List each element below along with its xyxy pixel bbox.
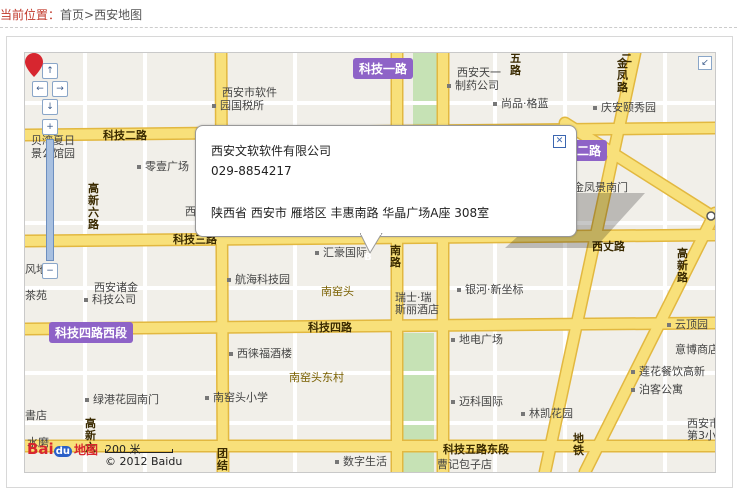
poi-xilai: 西徕福酒楼 xyxy=(229,347,292,360)
map-corner-icon[interactable]: ↙ xyxy=(698,56,712,70)
poi-bojing: 泊客公寓 xyxy=(631,383,683,396)
poi-ruishi-2: 斯丽酒店 xyxy=(395,303,439,316)
poi-shuzi: 数字生活 xyxy=(335,455,387,468)
popup-close-icon[interactable]: ✕ xyxy=(553,135,566,148)
logo-du: du xyxy=(53,446,72,457)
road-label-gaoxin: 高新路 xyxy=(677,247,688,284)
pan-down-button[interactable]: ↓ xyxy=(42,99,58,115)
poi-qingan: 庆安颐秀园 xyxy=(593,101,656,114)
road-label-keji5: 科技五路东段 xyxy=(443,443,509,456)
poi-nanyaotou-dong: 南窑头东村 xyxy=(289,371,344,384)
poi-ruanjian-2: 园国税所 xyxy=(212,99,264,112)
poi-caoji: 曹记包子店 xyxy=(437,458,492,471)
poi-ruanjian: 西安市软件 xyxy=(222,86,277,99)
poi-zhujin-2: 科技公司 xyxy=(84,293,136,306)
popup-address: 陕西省 西安市 雁塔区 丰惠南路 华晶广场A座 308室 xyxy=(211,206,490,220)
poi-lianhua: 莲花餐饮高新 xyxy=(631,365,705,378)
poi-lvgang: 绿港花园南门 xyxy=(85,393,159,406)
poi-nanyaotou: 南窑头 xyxy=(321,285,354,298)
breadcrumb: 当前位置：首页>西安地图 xyxy=(0,6,142,24)
breadcrumb-divider xyxy=(0,27,737,28)
road-badge-keji4: 科技四路西段 xyxy=(49,322,134,343)
location-pin-icon[interactable] xyxy=(25,53,43,77)
map-frame: 科技一路 科技四路西段 二路 科技二路 科技三路 科技四路 西丈路 科技五路东段… xyxy=(6,36,733,488)
poi-shangpin: 尚品·格蓝 xyxy=(493,97,549,110)
road-label-keji4: 科技四路 xyxy=(308,321,352,334)
poi-yibo: 意博商店 xyxy=(675,343,716,356)
scale-bar xyxy=(105,449,173,453)
poi-tianyi-2: 制药公司 xyxy=(447,79,499,92)
zoom-out-button[interactable]: − xyxy=(42,263,58,279)
pan-left-button[interactable]: ← xyxy=(32,81,48,97)
popup-company: 西安文软软件有限公司 xyxy=(211,144,332,158)
copyright: © 2012 Baidu xyxy=(105,455,183,468)
poi-xian3-b: 第3小 xyxy=(687,429,716,442)
poi-shudian: 書店 xyxy=(25,409,47,422)
poi-nanyao-school: 南窑头小学 xyxy=(205,391,268,404)
logo-ditu: 地图 xyxy=(73,443,98,457)
poi-didian: 地电广场 xyxy=(451,333,503,346)
poi-tianyi: 西安天一 xyxy=(457,66,501,79)
poi-hanghai: 航海科技园 xyxy=(227,273,290,286)
road-label-nan: 南路 xyxy=(390,244,401,269)
poi-yunding: 云顶园 xyxy=(667,318,708,331)
info-popup: ✕ 西安文软软件有限公司 029-8854217 陕西省 西安市 雁塔区 丰惠南… xyxy=(195,125,577,237)
road-label-e: 二 xyxy=(621,52,632,65)
breadcrumb-path[interactable]: 首页>西安地图 xyxy=(60,8,142,22)
poi-linkai: 林凯花园 xyxy=(521,407,573,420)
map-canvas[interactable]: 科技一路 科技四路西段 二路 科技二路 科技三路 科技四路 西丈路 科技五路东段… xyxy=(24,52,716,473)
poi-chayuan: 茶苑 xyxy=(25,289,47,302)
baidu-logo: Bai du 地图 xyxy=(27,440,98,467)
road-end-node xyxy=(706,211,715,221)
logo-bai: Bai xyxy=(27,440,54,458)
pan-right-button[interactable]: → xyxy=(52,81,68,97)
pan-up-button[interactable]: ↑ xyxy=(42,63,58,79)
poi-lingyi: 零壹广场 xyxy=(137,160,189,173)
road-label-tuan: 团结 xyxy=(217,447,228,472)
zoom-slider[interactable] xyxy=(46,139,54,261)
popup-phone: 029-8854217 xyxy=(211,164,292,178)
road-label-wu: 五路 xyxy=(510,52,521,77)
road-label-gaoxin6: 高新六路 xyxy=(88,182,99,231)
poi-maike: 迈科国际 xyxy=(451,395,503,408)
pin-letter: B xyxy=(364,252,372,263)
zoom-in-button[interactable]: + xyxy=(42,119,58,135)
breadcrumb-prefix: 当前位置： xyxy=(0,8,61,22)
road-label-metro: 地铁 xyxy=(573,432,584,457)
road-label-keji2: 科技二路 xyxy=(103,129,147,142)
poi-yinhe: 银河·新坐标 xyxy=(457,283,524,296)
road-badge-keji1: 科技一路 xyxy=(353,58,414,79)
